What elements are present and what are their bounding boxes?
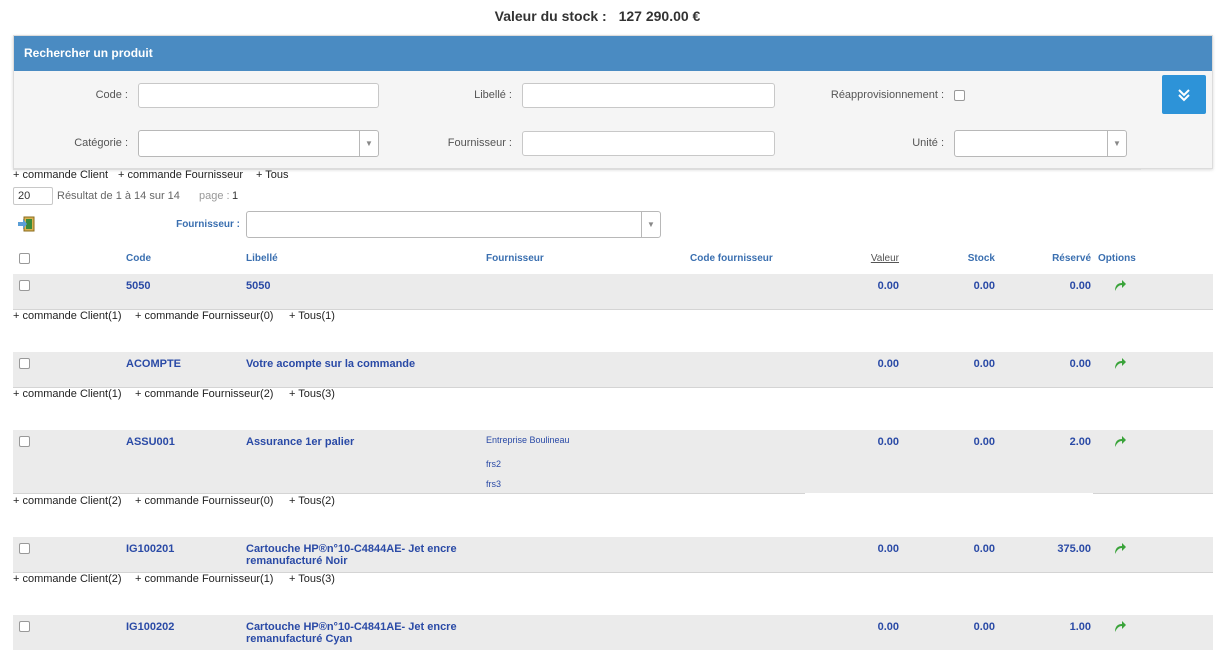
option-arrow-icon[interactable] [1113,278,1127,295]
row-checkbox[interactable] [19,280,30,291]
row-libelle-line2[interactable]: remanufacturé Noir [246,555,347,567]
unite-select[interactable]: ▼ [954,130,1127,157]
row-code[interactable]: IG100202 [126,621,174,633]
row-stock: 0.00 [973,543,995,555]
unite-label: Unité : [912,137,944,149]
option-arrow-icon[interactable] [1113,619,1127,636]
fournisseur-label: Fournisseur : [447,137,512,149]
header-stock[interactable]: Stock [955,253,995,264]
search-panel-title[interactable]: Rechercher un produit [14,36,1212,71]
option-arrow-icon[interactable] [1113,434,1127,451]
row-link-client[interactable]: + commande Client(1) [13,310,122,322]
row-fournisseur[interactable]: frs2 [486,459,501,469]
header-code-fournisseur[interactable]: Code fournisseur [690,253,773,264]
reappro-label: Réapprovisionnement : [830,89,944,101]
code-label: Code : [95,89,128,101]
row-libelle[interactable]: Cartouche HP®n°10-C4844AE- Jet encre [246,543,457,555]
row-valeur: 0.00 [877,280,899,292]
row-link-tous[interactable]: + Tous(2) [289,495,335,507]
row-valeur: 0.00 [877,436,899,448]
header-reserve[interactable]: Réservé [1040,253,1091,264]
row-checkbox[interactable] [19,436,30,447]
stock-value-label: Valeur du stock : [494,8,607,24]
option-arrow-icon[interactable] [1113,541,1127,558]
row-checkbox[interactable] [19,621,30,632]
fournisseur-input[interactable] [522,131,775,156]
header-libelle[interactable]: Libellé [246,253,278,264]
chevron-down-icon: ▼ [641,212,660,237]
filter-fournisseur-select[interactable]: ▼ [246,211,661,238]
row-code[interactable]: 5050 [126,280,150,292]
row-libelle-line2[interactable]: remanufacturé Cyan [246,633,352,645]
per-page-input[interactable] [13,187,53,205]
row-gap [805,493,1093,496]
row-libelle[interactable]: Assurance 1er palier [246,436,354,448]
row-link-client[interactable]: + commande Client(2) [13,573,122,585]
row-checkbox[interactable] [19,358,30,369]
option-arrow-icon[interactable] [1113,356,1127,373]
quick-link-fournisseur[interactable]: + commande Fournisseur [118,169,243,181]
export-icon[interactable] [18,216,36,235]
select-all-checkbox[interactable] [19,253,30,264]
row-reserve: 0.00 [1069,280,1091,292]
quick-link-client[interactable]: + commande Client [13,169,108,181]
header-valeur[interactable]: Valeur [860,253,899,264]
row-stock: 0.00 [973,280,995,292]
quick-link-tous[interactable]: + Tous [256,169,289,181]
row-fournisseur[interactable]: Entreprise Boulineau [486,435,570,445]
row-code[interactable]: ACOMPTE [126,358,181,370]
row-code[interactable]: ASSU001 [126,436,175,448]
row-code[interactable]: IG100201 [126,543,174,555]
row-libelle[interactable]: Cartouche HP®n°10-C4841AE- Jet encre [246,621,457,633]
categorie-label: Catégorie : [74,137,128,149]
chevron-down-icon: ▼ [1107,131,1126,156]
row-link-tous[interactable]: + Tous(3) [289,388,335,400]
row-reserve: 375.00 [1057,543,1091,555]
row-valeur: 0.00 [877,621,899,633]
page-number[interactable]: 1 [232,190,238,202]
header-code[interactable]: Code [126,253,151,264]
row-reserve: 1.00 [1069,621,1091,633]
row-libelle[interactable]: Votre acompte sur la commande [246,358,415,370]
result-text: Résultat de 1 à 14 sur 14 [57,190,180,202]
row-checkbox[interactable] [19,543,30,554]
code-input[interactable] [138,83,379,108]
row-valeur: 0.00 [877,543,899,555]
page-label: page : [199,190,230,202]
row-reserve: 0.00 [1069,358,1091,370]
row-stock: 0.00 [973,358,995,370]
toggle-search-button[interactable] [1162,75,1206,114]
header-fournisseur[interactable]: Fournisseur [486,253,544,264]
row-link-client[interactable]: + commande Client(2) [13,495,122,507]
header-options: Options [1098,253,1136,264]
row-link-tous[interactable]: + Tous(1) [289,310,335,322]
libelle-input[interactable] [522,83,775,108]
row-link-fournisseur[interactable]: + commande Fournisseur(0) [135,310,273,322]
row-libelle[interactable]: 5050 [246,280,270,292]
libelle-label: Libellé : [474,89,512,101]
row-stock: 0.00 [973,621,995,633]
row-valeur: 0.00 [877,358,899,370]
reappro-checkbox[interactable] [954,90,965,101]
filter-fournisseur-label: Fournisseur : [176,219,240,230]
row-reserve: 2.00 [1069,436,1091,448]
categorie-select[interactable]: ▼ [138,130,379,157]
row-link-fournisseur[interactable]: + commande Fournisseur(1) [135,573,273,585]
stock-value-title: Valeur du stock : 127 290.00 € [0,8,1195,24]
row-link-tous[interactable]: + Tous(3) [289,573,335,585]
double-chevron-down-icon [1178,88,1190,101]
row-link-client[interactable]: + commande Client(1) [13,388,122,400]
stock-value-amount: 127 290.00 € [618,8,701,24]
row-stock: 0.00 [973,436,995,448]
row-link-fournisseur[interactable]: + commande Fournisseur(2) [135,388,273,400]
row-fournisseur[interactable]: frs3 [486,479,501,489]
row-link-fournisseur[interactable]: + commande Fournisseur(0) [135,495,273,507]
chevron-down-icon: ▼ [359,131,378,156]
